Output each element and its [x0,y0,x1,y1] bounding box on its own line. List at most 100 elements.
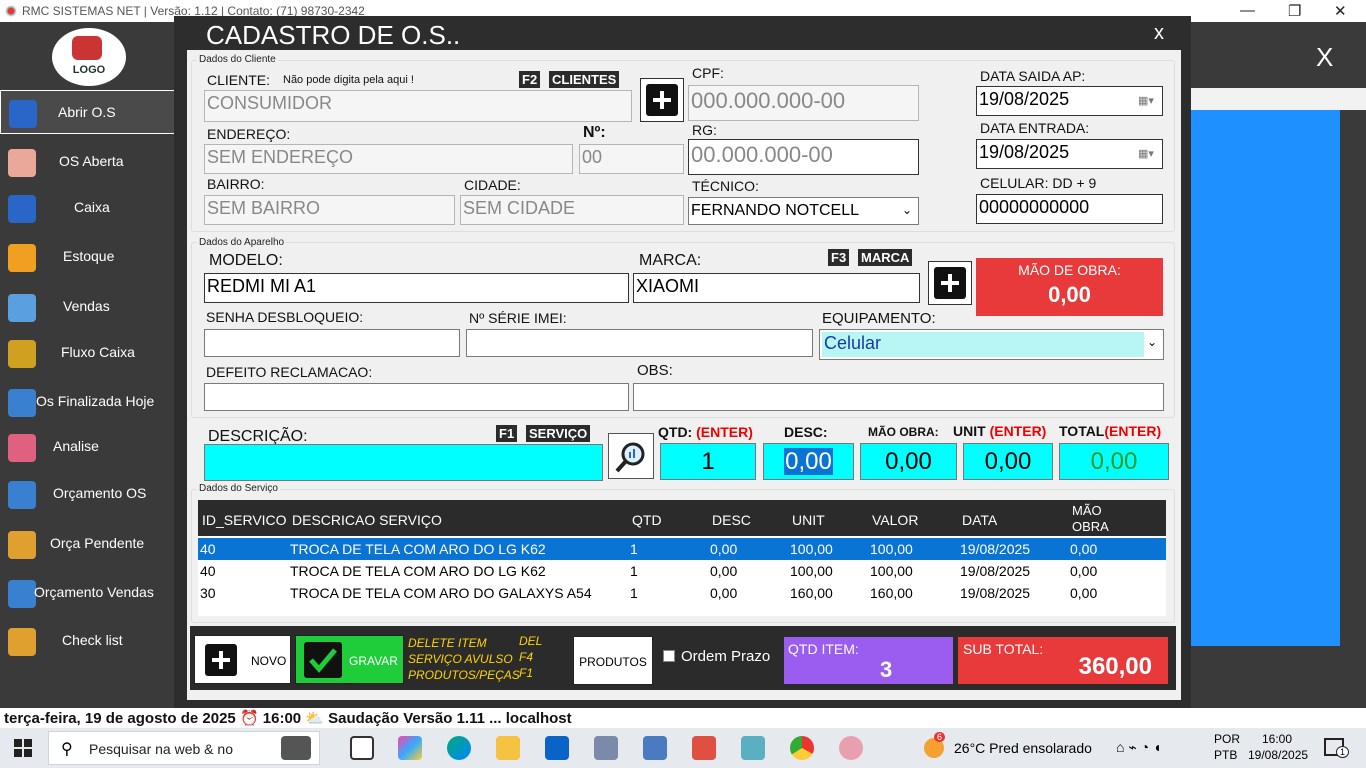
hand-phone-icon [8,149,36,177]
sidebar-item-label: Estoque [63,248,115,264]
notifications-icon[interactable]: 1 [1324,738,1350,758]
sidebar-item-1[interactable]: OS Aberta [0,140,180,184]
camera-icon [281,736,311,760]
mao-de-obra-box: MÃO DE OBRA: 0,00 [976,258,1163,316]
endereco-field[interactable]: SEM ENDEREÇO [204,144,573,174]
sidebar-item-10[interactable]: Orçamento Vendas [0,571,180,615]
cidade-field[interactable]: SEM CIDADE [460,195,684,225]
mao-obra-field[interactable]: 0,00 [860,443,957,480]
unit-label: UNIT (ENTER) [953,423,1047,439]
key-del: DEL [519,634,543,648]
sidebar-item-4[interactable]: Vendas [0,285,180,329]
rg-field[interactable]: 00.000.000-00 [688,139,919,175]
produtos-button[interactable]: PRODUTOS [573,636,653,685]
gravar-button[interactable]: GRAVAR [295,635,404,684]
sidebar-item-9[interactable]: Orça Pendente [0,522,180,566]
senha-field[interactable] [204,329,460,357]
calendar-icon: ▦▾ [1138,148,1154,160]
table-row[interactable]: 40 TROCA DE TELA COM ARO DO LG K62 1 0,00 10… [198,538,1166,560]
table-row[interactable]: 30 TROCA DE TELA COM ARO DO GALAXYS A54 1 0… [198,582,1166,604]
restore-button[interactable]: ❐ [1288,2,1301,20]
outlook-icon[interactable] [545,736,569,760]
app-icon-3[interactable] [692,736,716,760]
lang-top[interactable]: POR [1214,732,1240,746]
equipamento-select[interactable]: Celular ⌄ [819,329,1164,360]
defeito-field[interactable] [204,383,629,411]
windows-start-icon[interactable] [14,739,32,757]
clock-date[interactable]: 19/08/2025 [1248,748,1308,762]
cart-icon [8,294,36,322]
obs-field[interactable] [633,383,1164,411]
search-servico-button[interactable] [608,433,654,479]
close-window-button[interactable]: ✕ [1334,2,1347,20]
defeito-label: DEFEITO RECLAMACAO: [206,364,373,380]
tecnico-select[interactable]: FERNANDO NOTCELL ⌄ [688,197,919,225]
desc-field[interactable]: 0,00 [763,443,854,480]
clock-time[interactable]: 16:00 [1262,732,1292,746]
task-view-icon[interactable] [350,736,374,760]
tray-icons[interactable]: ⌂ ⌁ ◔ ◖ [1116,739,1161,756]
modelo-field[interactable]: REDMI MI A1 [204,273,629,303]
sidebar-item-label: Fluxo Caixa [61,344,135,360]
numero-field[interactable]: 00 [579,144,684,174]
background-blue-panel [1190,110,1340,646]
table-row[interactable]: 40 TROCA DE TELA COM ARO DO LG K62 1 0,00 10… [198,560,1166,582]
sidebar-item-3[interactable]: Estoque [0,235,180,279]
bairro-field[interactable]: SEM BAIRRO [204,195,455,225]
file-explorer-icon[interactable] [496,736,520,760]
rmc-app-icon[interactable] [839,736,863,760]
aparelho-group-title: Dados do Aparelho [197,237,287,248]
clientes-button[interactable]: CLIENTES [549,71,620,88]
obs-label: OBS: [637,362,673,379]
table-cell: 19/08/2025 [960,585,1031,601]
sidebar-item-7[interactable]: Analise [0,425,180,469]
dialog-close-button[interactable]: x [1154,22,1164,45]
data-saida-value: 19/08/2025 [979,89,1070,109]
sidebar-item-label: Analise [53,438,99,454]
unit-field[interactable]: 0,00 [963,443,1053,480]
sidebar-item-6[interactable]: Os Finalizada Hoje [0,380,180,424]
numero-label: Nº: [583,124,606,141]
sidebar-item-0[interactable]: Abrir O.S [0,90,180,134]
sidebar-item-8[interactable]: Orçamento OS [0,472,180,516]
logo: LOGO [52,28,126,86]
app-icon-1[interactable] [594,736,618,760]
edge-icon[interactable] [447,736,471,760]
table-cell: 1 [630,585,638,601]
weather-icon[interactable]: 6 [924,732,946,758]
celular-field[interactable]: 00000000000 [976,194,1163,224]
col-descricao: DESCRICAO SERVIÇO [292,512,442,528]
cliente-field[interactable]: CONSUMIDOR [204,90,632,122]
qtd-field[interactable]: 1 [660,443,756,480]
table-cell: 100,00 [790,563,833,579]
marca-button[interactable]: MARCA [858,249,913,266]
minimize-button[interactable]: — [1240,2,1255,19]
copilot-icon[interactable] [398,736,422,760]
add-cliente-button[interactable] [640,78,684,122]
taskbar-search-box[interactable]: ⚲ Pesquisar na web & no [48,731,320,765]
imei-field[interactable] [466,329,813,357]
col-mao: MÃO [1072,503,1102,518]
f2-key-tag: F2 [519,71,541,88]
sidebar-item-5[interactable]: Fluxo Caixa [0,331,180,375]
background-close-button[interactable]: X [1316,42,1333,73]
ordem-prazo-checkbox[interactable] [663,650,675,662]
lang-bottom[interactable]: PTB [1214,748,1237,762]
col-obra: OBRA [1072,519,1109,534]
marca-field[interactable]: XIAOMI [633,273,920,303]
servico-button[interactable]: SERVIÇO [526,425,591,442]
add-marca-button[interactable] [928,261,972,305]
cpf-field[interactable]: 000.000.000-00 [688,85,919,121]
table-cell: 40 [200,563,216,579]
novo-button[interactable]: NOVO [194,635,291,684]
data-entrada-picker[interactable]: 19/08/2025 ▦▾ [976,139,1163,169]
app-icon-4[interactable] [741,736,765,760]
status-text: terça-feira, 19 de agosto de 2025 ⏰ 16:0… [4,710,572,727]
descricao-field[interactable] [204,444,603,481]
cidade-label: CIDADE: [464,177,521,193]
sidebar-item-2[interactable]: Caixa [0,186,180,230]
app-icon-2[interactable] [643,736,667,760]
sidebar-item-11[interactable]: Check list [0,619,180,663]
data-saida-picker[interactable]: 19/08/2025 ▦▾ [976,86,1163,116]
chrome-icon[interactable] [790,736,814,760]
